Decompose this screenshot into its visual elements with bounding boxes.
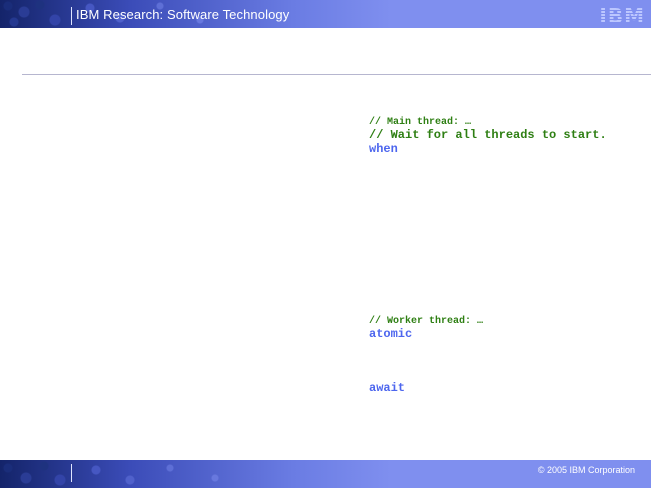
ibm-logo: IBM	[599, 4, 645, 28]
footer-divider	[71, 464, 72, 482]
main-thread-comment: // Main thread: …	[369, 117, 472, 128]
atomic-keyword: atomic	[369, 327, 413, 341]
title-rule	[22, 74, 651, 75]
wait-comment: // Wait for all threads to start.	[369, 128, 607, 142]
copyright-text: © 2005 IBM Corporation	[537, 465, 635, 475]
when-keyword: when	[369, 142, 398, 156]
header-title: IBM Research: Software Technology	[76, 7, 290, 22]
header-divider	[71, 7, 72, 25]
worker-thread-comment: // Worker thread: …	[369, 316, 484, 327]
await-keyword: await	[369, 381, 406, 395]
